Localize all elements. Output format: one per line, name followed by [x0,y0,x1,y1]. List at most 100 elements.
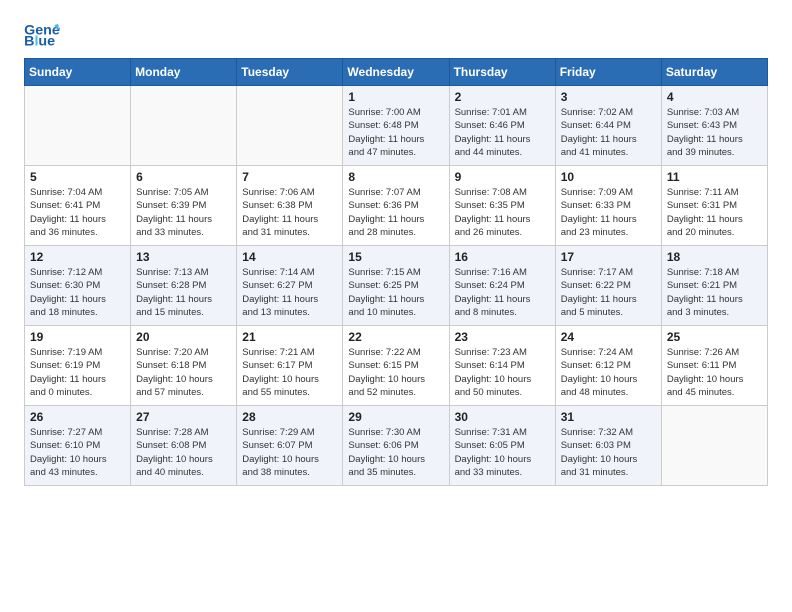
calendar-table: SundayMondayTuesdayWednesdayThursdayFrid… [24,58,768,486]
day-number: 27 [136,410,231,424]
day-info: Sunrise: 7:30 AM Sunset: 6:06 PM Dayligh… [348,426,443,479]
day-info: Sunrise: 7:14 AM Sunset: 6:27 PM Dayligh… [242,266,337,319]
logo-icon: General Blue [24,20,60,50]
day-info: Sunrise: 7:20 AM Sunset: 6:18 PM Dayligh… [136,346,231,399]
calendar-week-row: 5Sunrise: 7:04 AM Sunset: 6:41 PM Daylig… [25,166,768,246]
calendar-cell: 5Sunrise: 7:04 AM Sunset: 6:41 PM Daylig… [25,166,131,246]
day-info: Sunrise: 7:08 AM Sunset: 6:35 PM Dayligh… [455,186,550,239]
day-number: 16 [455,250,550,264]
day-number: 25 [667,330,762,344]
day-info: Sunrise: 7:18 AM Sunset: 6:21 PM Dayligh… [667,266,762,319]
day-info: Sunrise: 7:31 AM Sunset: 6:05 PM Dayligh… [455,426,550,479]
calendar-cell: 10Sunrise: 7:09 AM Sunset: 6:33 PM Dayli… [555,166,661,246]
day-number: 28 [242,410,337,424]
day-info: Sunrise: 7:32 AM Sunset: 6:03 PM Dayligh… [561,426,656,479]
day-info: Sunrise: 7:26 AM Sunset: 6:11 PM Dayligh… [667,346,762,399]
calendar-cell [661,406,767,486]
day-info: Sunrise: 7:16 AM Sunset: 6:24 PM Dayligh… [455,266,550,319]
calendar-cell: 31 Sunrise: 7:32 AM Sunset: 6:03 PM Dayli… [555,406,661,486]
day-header-friday: Friday [555,59,661,86]
day-header-sunday: Sunday [25,59,131,86]
day-info: Sunrise: 7:07 AM Sunset: 6:36 PM Dayligh… [348,186,443,239]
day-number: 17 [561,250,656,264]
day-header-thursday: Thursday [449,59,555,86]
day-number: 1 [348,90,443,104]
day-number: 23 [455,330,550,344]
day-number: 12 [30,250,125,264]
calendar-week-row: 19 Sunrise: 7:19 AM Sunset: 6:19 PM Dayli… [25,326,768,406]
day-info: Sunrise: 7:24 AM Sunset: 6:12 PM Dayligh… [561,346,656,399]
day-info: Sunrise: 7:12 AM Sunset: 6:30 PM Dayligh… [30,266,125,319]
calendar-cell: 26Sunrise: 7:27 AM Sunset: 6:10 PM Dayli… [25,406,131,486]
page-header: General Blue [24,20,768,50]
calendar-cell: 1 Sunrise: 7:00 AM Sunset: 6:48 PM Daylig… [343,86,449,166]
day-number: 3 [561,90,656,104]
calendar-cell: 15 Sunrise: 7:15 AM Sunset: 6:25 PM Dayli… [343,246,449,326]
calendar-cell: 3 Sunrise: 7:02 AM Sunset: 6:44 PM Daylig… [555,86,661,166]
calendar-cell: 11 Sunrise: 7:11 AM Sunset: 6:31 PM Dayli… [661,166,767,246]
calendar-cell: 17 Sunrise: 7:17 AM Sunset: 6:22 PM Dayli… [555,246,661,326]
day-number: 2 [455,90,550,104]
day-number: 8 [348,170,443,184]
calendar-cell: 16 Sunrise: 7:16 AM Sunset: 6:24 PM Dayli… [449,246,555,326]
day-info: Sunrise: 7:11 AM Sunset: 6:31 PM Dayligh… [667,186,762,239]
calendar-cell: 18 Sunrise: 7:18 AM Sunset: 6:21 PM Dayli… [661,246,767,326]
calendar-cell: 13Sunrise: 7:13 AM Sunset: 6:28 PM Dayli… [131,246,237,326]
day-header-saturday: Saturday [661,59,767,86]
calendar-cell: 6 Sunrise: 7:05 AM Sunset: 6:39 PM Daylig… [131,166,237,246]
day-number: 19 [30,330,125,344]
calendar-cell [25,86,131,166]
calendar-cell: 25 Sunrise: 7:26 AM Sunset: 6:11 PM Dayli… [661,326,767,406]
day-number: 15 [348,250,443,264]
day-info: Sunrise: 7:00 AM Sunset: 6:48 PM Dayligh… [348,106,443,159]
calendar-cell [237,86,343,166]
calendar-cell: 2 Sunrise: 7:01 AM Sunset: 6:46 PM Daylig… [449,86,555,166]
calendar-week-row: 26Sunrise: 7:27 AM Sunset: 6:10 PM Dayli… [25,406,768,486]
day-info: Sunrise: 7:17 AM Sunset: 6:22 PM Dayligh… [561,266,656,319]
calendar-cell: 8 Sunrise: 7:07 AM Sunset: 6:36 PM Daylig… [343,166,449,246]
day-number: 26 [30,410,125,424]
day-info: Sunrise: 7:29 AM Sunset: 6:07 PM Dayligh… [242,426,337,479]
day-number: 29 [348,410,443,424]
day-info: Sunrise: 7:19 AM Sunset: 6:19 PM Dayligh… [30,346,125,399]
day-header-tuesday: Tuesday [237,59,343,86]
calendar-cell: 29 Sunrise: 7:30 AM Sunset: 6:06 PM Dayli… [343,406,449,486]
calendar-cell: 22 Sunrise: 7:22 AM Sunset: 6:15 PM Dayli… [343,326,449,406]
day-info: Sunrise: 7:03 AM Sunset: 6:43 PM Dayligh… [667,106,762,159]
calendar-cell: 19 Sunrise: 7:19 AM Sunset: 6:19 PM Dayli… [25,326,131,406]
day-number: 6 [136,170,231,184]
day-info: Sunrise: 7:06 AM Sunset: 6:38 PM Dayligh… [242,186,337,239]
day-number: 13 [136,250,231,264]
day-number: 18 [667,250,762,264]
day-number: 4 [667,90,762,104]
calendar-header-row: SundayMondayTuesdayWednesdayThursdayFrid… [25,59,768,86]
day-number: 31 [561,410,656,424]
day-number: 20 [136,330,231,344]
day-number: 10 [561,170,656,184]
calendar-cell: 30 Sunrise: 7:31 AM Sunset: 6:05 PM Dayli… [449,406,555,486]
day-info: Sunrise: 7:21 AM Sunset: 6:17 PM Dayligh… [242,346,337,399]
day-info: Sunrise: 7:28 AM Sunset: 6:08 PM Dayligh… [136,426,231,479]
calendar-cell: 20 Sunrise: 7:20 AM Sunset: 6:18 PM Dayli… [131,326,237,406]
day-number: 24 [561,330,656,344]
logo: General Blue [24,20,60,50]
day-info: Sunrise: 7:02 AM Sunset: 6:44 PM Dayligh… [561,106,656,159]
day-number: 30 [455,410,550,424]
calendar-cell [131,86,237,166]
calendar-cell: 27 Sunrise: 7:28 AM Sunset: 6:08 PM Dayli… [131,406,237,486]
day-header-wednesday: Wednesday [343,59,449,86]
calendar-cell: 23Sunrise: 7:23 AM Sunset: 6:14 PM Dayli… [449,326,555,406]
day-info: Sunrise: 7:15 AM Sunset: 6:25 PM Dayligh… [348,266,443,319]
day-info: Sunrise: 7:01 AM Sunset: 6:46 PM Dayligh… [455,106,550,159]
day-number: 22 [348,330,443,344]
day-number: 5 [30,170,125,184]
day-number: 11 [667,170,762,184]
day-number: 21 [242,330,337,344]
calendar-cell: 28 Sunrise: 7:29 AM Sunset: 6:07 PM Dayli… [237,406,343,486]
day-info: Sunrise: 7:22 AM Sunset: 6:15 PM Dayligh… [348,346,443,399]
day-info: Sunrise: 7:05 AM Sunset: 6:39 PM Dayligh… [136,186,231,239]
calendar-cell: 9Sunrise: 7:08 AM Sunset: 6:35 PM Daylig… [449,166,555,246]
calendar-cell: 14Sunrise: 7:14 AM Sunset: 6:27 PM Dayli… [237,246,343,326]
svg-text:Blue: Blue [24,34,55,50]
calendar-cell: 7Sunrise: 7:06 AM Sunset: 6:38 PM Daylig… [237,166,343,246]
